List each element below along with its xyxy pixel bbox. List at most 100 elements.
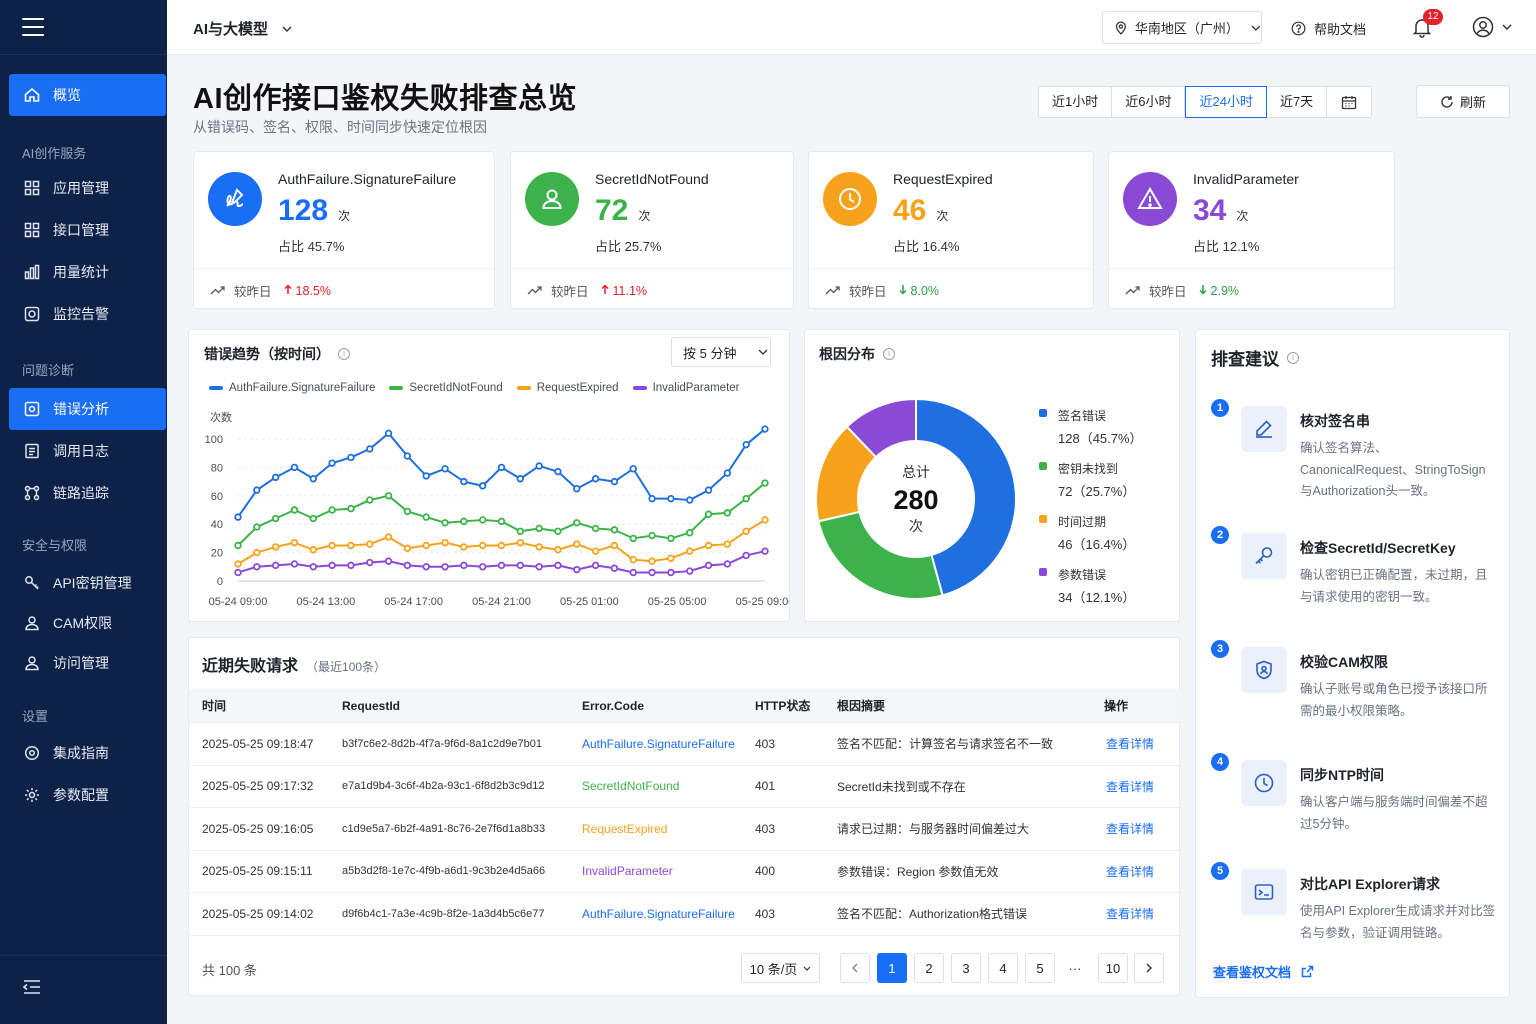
region-select[interactable]: 华南地区（广州） — [1102, 11, 1262, 44]
data-point — [271, 561, 280, 570]
sidebar-item-monitor[interactable]: 监控告警 — [9, 293, 166, 335]
range-1h[interactable]: 近1小时 — [1039, 87, 1113, 117]
sidebar-item-label: API密钥管理 — [53, 575, 132, 591]
sidebar-item-app-manage[interactable]: 应用管理 — [9, 167, 166, 209]
legend-item[interactable]: RequestExpired — [516, 382, 619, 394]
donut-slice[interactable] — [817, 510, 944, 600]
table-row[interactable]: 2025-05-25 09:18:47 b3f7c6e2-8d2b-4f7a-9f… — [189, 723, 1181, 766]
view-detail-link[interactable]: 查看详情 — [1106, 893, 1154, 935]
data-point — [704, 510, 713, 518]
data-point — [686, 496, 694, 504]
legend-item[interactable]: AuthFailure.SignatureFailure — [209, 382, 375, 394]
sidebar-item-call-log[interactable]: 调用日志 — [9, 430, 166, 472]
column-header: RequestId — [342, 698, 401, 713]
legend-swatch — [389, 386, 404, 390]
grid-icon — [24, 180, 40, 196]
sidebar-item-api-key[interactable]: API密钥管理 — [9, 562, 166, 604]
page-button[interactable]: 1 — [877, 953, 907, 983]
kpi-card[interactable]: RequestExpired 46 次占比 16.4% 较昨日 8.0% — [808, 151, 1094, 309]
interval-select[interactable]: 按 5 分钟 — [671, 337, 771, 367]
product-switcher[interactable]: AI与大模型 — [193, 18, 292, 39]
page-button[interactable]: 4 — [988, 953, 1018, 983]
table-header-row: 时间 RequestId Error.Code HTTP状态 根因摘要 操作 — [189, 689, 1181, 723]
view-detail-link[interactable]: 查看详情 — [1106, 808, 1154, 850]
sidebar: 概览 AI创作服务 应用管理 接口管理 用量统计 监控告警 问题诊断 错误分析 … — [0, 0, 167, 1024]
data-point — [667, 568, 675, 577]
sidebar-item-access[interactable]: 访问管理 — [9, 642, 166, 684]
menu-icon[interactable] — [22, 18, 44, 38]
refresh-button[interactable]: 刷新 — [1416, 85, 1510, 118]
sidebar-item-params[interactable]: 参数配置 — [9, 774, 166, 816]
sidebar-item-error-analysis[interactable]: 错误分析 — [9, 388, 166, 430]
legend-swatch — [1039, 568, 1047, 576]
data-point — [253, 486, 261, 494]
data-point — [554, 527, 562, 535]
range-6h[interactable]: 近6小时 — [1112, 87, 1186, 117]
page-size-select[interactable]: 10 条/页 — [741, 953, 820, 983]
y-tick-label: 60 — [211, 491, 223, 503]
sidebar-item-api-manage[interactable]: 接口管理 — [9, 209, 166, 251]
sidebar-item-trace[interactable]: 链路追踪 — [9, 472, 166, 514]
prev-page-button[interactable] — [840, 953, 870, 983]
info-icon: i — [883, 348, 895, 360]
data-point — [290, 560, 299, 568]
trend-chart: 次数 0 20 40 60 80 100 05-24 09:00 05-24 13:00 05-2… — [205, 410, 789, 608]
kpi-card[interactable]: AuthFailure.SignatureFailure 128 次占比 45.7%… — [193, 151, 495, 309]
range-24h[interactable]: 近24小时 — [1185, 86, 1267, 118]
kpi-change-value: 2.9% — [1210, 283, 1240, 298]
data-point — [497, 541, 506, 550]
trend-title: 错误趋势（按时间） i — [204, 344, 350, 364]
range-7d[interactable]: 近7天 — [1267, 87, 1328, 117]
data-point — [309, 546, 317, 554]
kpi-count-unit: 次 — [1236, 209, 1249, 223]
page-title: AI创作接口鉴权失败排查总览 — [193, 83, 578, 115]
table-row[interactable]: 2025-05-25 09:17:32 e7a1d9b4-3c6f-4b2a-93… — [189, 766, 1181, 808]
donut-title: 根因分布 i — [819, 344, 895, 364]
data-point — [347, 541, 355, 550]
user-icon — [25, 656, 39, 671]
page-ellipsis: ··· — [1068, 960, 1082, 976]
auth-docs-link[interactable]: 查看鉴权文档 — [1213, 962, 1314, 981]
legend-item[interactable]: InvalidParameter — [632, 382, 740, 394]
kpi-card[interactable]: SecretIdNotFound 72 次占比 25.7% 较昨日 11.1% — [510, 151, 794, 309]
data-point — [253, 523, 261, 531]
data-point — [761, 516, 769, 524]
collapse-menu-icon[interactable] — [22, 978, 42, 996]
trend-icon — [527, 284, 543, 298]
data-point — [422, 541, 430, 550]
calendar-button[interactable] — [1327, 87, 1371, 117]
data-point — [384, 533, 393, 541]
user-icon — [525, 172, 579, 226]
table-row[interactable]: 2025-05-25 09:15:11 a5b3d2f8-1e7c-4f9b-a6… — [189, 851, 1181, 893]
kpi-count: 72 次 — [595, 194, 650, 228]
next-page-button[interactable] — [1134, 953, 1164, 983]
sidebar-item-integration[interactable]: 集成指南 — [9, 732, 166, 774]
user-menu[interactable] — [1472, 16, 1512, 38]
legend-item[interactable]: SecretIdNotFound — [389, 382, 503, 394]
table-row[interactable]: 2025-05-25 09:16:05 c1d9e5a7-6b2f-4a91-8c… — [189, 808, 1181, 851]
calendar-icon — [1342, 95, 1357, 109]
product-name: AI与大模型 — [193, 21, 269, 38]
x-tick-label: 05-25 01:00 — [560, 596, 619, 608]
page-button[interactable]: 3 — [951, 953, 981, 983]
kpi-card[interactable]: InvalidParameter 34 次占比 12.1% 较昨日 2.9% — [1108, 151, 1395, 309]
sidebar-item-usage[interactable]: 用量统计 — [9, 251, 166, 293]
advice-title: 排查建议 i — [1211, 345, 1299, 370]
data-point — [516, 538, 525, 547]
table-row[interactable]: 2025-05-25 09:14:02 d9f6b4c1-7a3e-4c9b-8f… — [189, 893, 1181, 936]
view-detail-link[interactable]: 查看详情 — [1106, 766, 1154, 808]
sidebar-item-overview[interactable]: 概览 — [9, 74, 166, 116]
view-detail-link[interactable]: 查看详情 — [1106, 851, 1154, 893]
help-docs-link[interactable]: 帮助文档 — [1291, 19, 1366, 38]
page-button[interactable]: 2 — [914, 953, 944, 983]
view-detail-link[interactable]: 查看详情 — [1106, 723, 1154, 765]
x-tick-label: 05-24 21:00 — [472, 596, 531, 608]
data-point — [384, 429, 393, 438]
sidebar-item-cam[interactable]: CAM权限 — [9, 602, 166, 644]
page-button[interactable]: 5 — [1025, 953, 1055, 983]
step-title: 对比API Explorer请求 — [1300, 876, 1441, 892]
page-button[interactable]: 10 — [1098, 953, 1128, 983]
cell-request-id: c1d9e5a7-6b2f-4a91-8c76-2e7f6d1a8b33 — [342, 822, 546, 835]
data-point — [328, 561, 336, 570]
step-description: 确认客户端与服务端时间偏差不超过5分钟。 — [1300, 795, 1488, 831]
